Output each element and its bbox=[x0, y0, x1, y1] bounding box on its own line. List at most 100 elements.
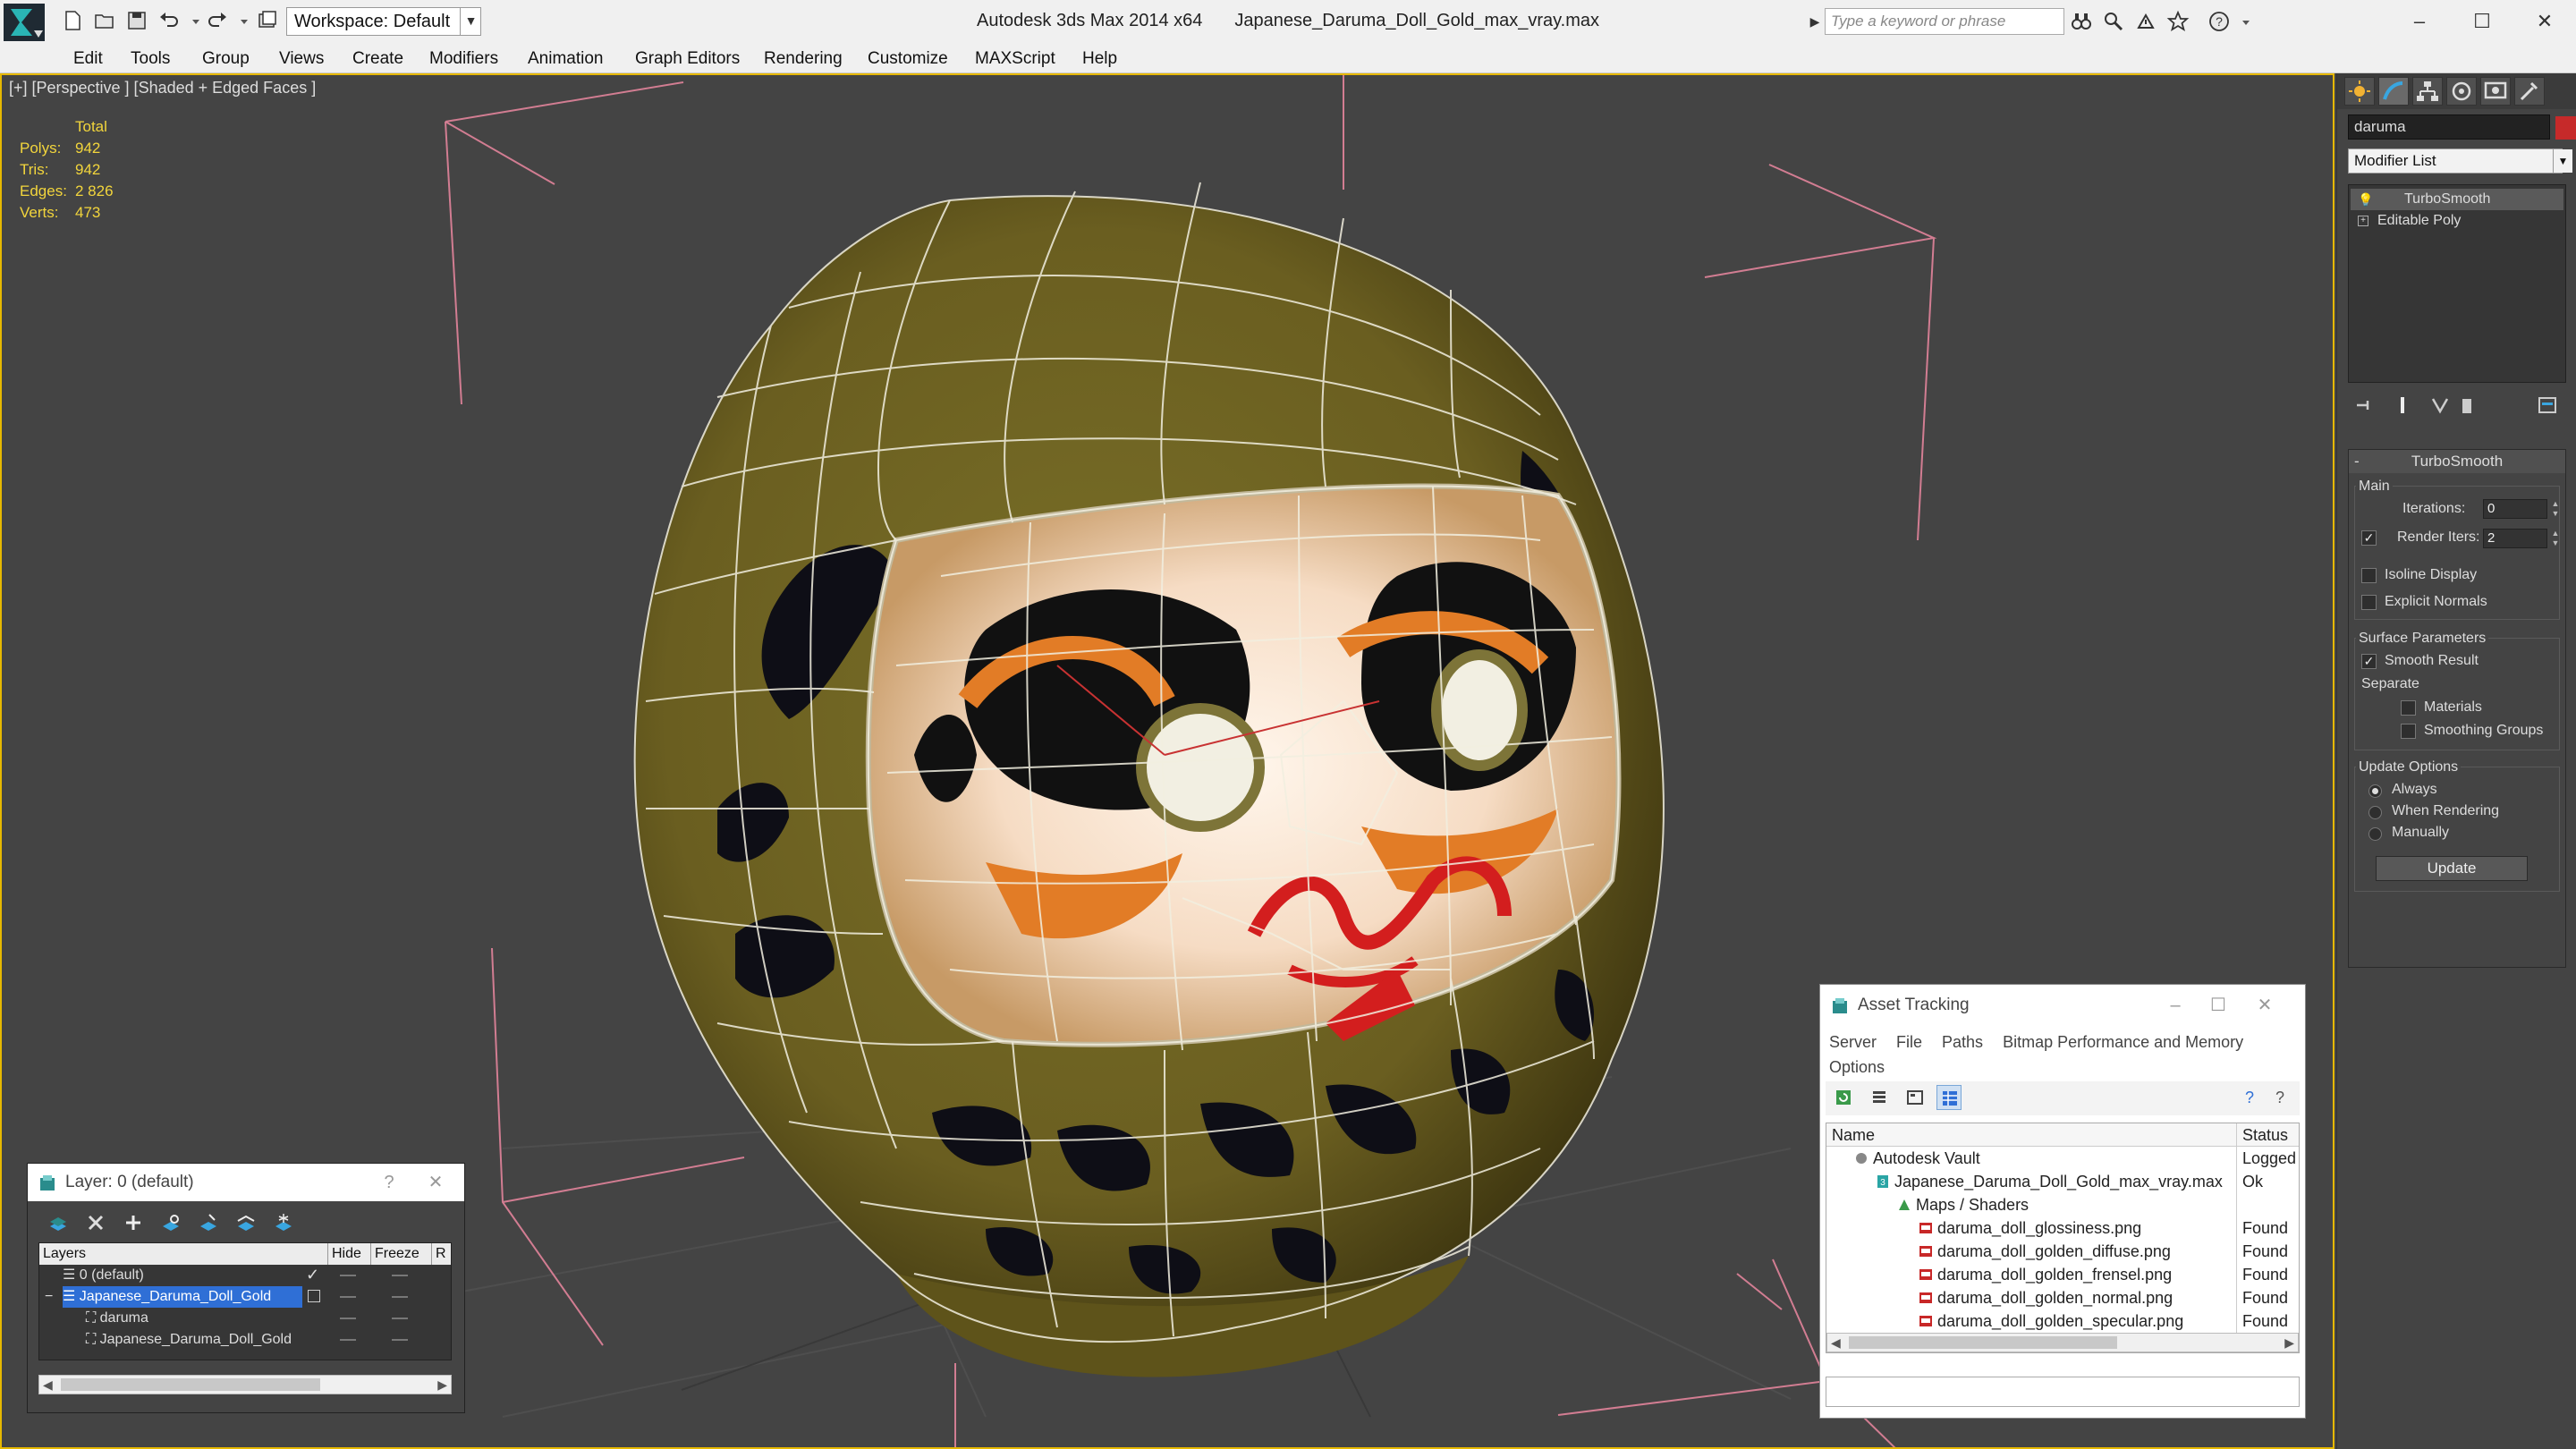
asset-row[interactable]: Maps / Shaders bbox=[1826, 1193, 2299, 1216]
layer-row[interactable]: ☰ 0 (default) ✓ bbox=[39, 1265, 451, 1286]
add-to-layer-icon[interactable] bbox=[121, 1210, 146, 1235]
update-button[interactable]: Update bbox=[2376, 856, 2528, 881]
freeze-all-layers-icon[interactable] bbox=[271, 1210, 296, 1235]
menu-server[interactable]: Server bbox=[1829, 1033, 1877, 1051]
highlight-layer-icon[interactable] bbox=[196, 1210, 221, 1235]
modifier-list-dropdown[interactable]: Modifier List ▼ bbox=[2348, 148, 2572, 174]
search-expand-icon[interactable]: ▶ bbox=[1807, 8, 1823, 35]
scroll-left-icon[interactable]: ◀ bbox=[1831, 1334, 1841, 1352]
list-view-icon[interactable] bbox=[1867, 1085, 1892, 1110]
horizontal-scrollbar[interactable]: ◀ ▶ bbox=[38, 1375, 452, 1394]
when-rendering-radio[interactable] bbox=[2368, 806, 2382, 819]
menu-tools[interactable]: Tools bbox=[131, 45, 170, 73]
manually-radio[interactable] bbox=[2368, 827, 2382, 841]
expand-minus-icon[interactable]: − bbox=[45, 1286, 53, 1308]
isoline-display-checkbox[interactable] bbox=[2361, 568, 2377, 583]
redo-icon[interactable] bbox=[206, 9, 229, 32]
menu-options[interactable]: Options bbox=[1829, 1058, 1885, 1076]
detail-view-icon[interactable] bbox=[1902, 1085, 1928, 1110]
favorites-star-icon[interactable] bbox=[2166, 10, 2190, 33]
create-tab[interactable] bbox=[2344, 77, 2375, 106]
asset-row[interactable]: daruma_doll_golden_normal.png Found bbox=[1826, 1286, 2299, 1309]
asset-row[interactable]: daruma_doll_glossiness.png Found bbox=[1826, 1216, 2299, 1240]
menu-animation[interactable]: Animation bbox=[528, 45, 604, 73]
maximize-button[interactable]: ☐ bbox=[2196, 992, 2241, 1019]
rollout-header[interactable]: - TurboSmooth bbox=[2349, 450, 2565, 473]
search-input[interactable]: Type a keyword or phrase bbox=[1825, 8, 2064, 35]
redo-dropdown-icon[interactable] bbox=[233, 9, 248, 32]
display-tab[interactable] bbox=[2480, 77, 2511, 106]
menu-create[interactable]: Create bbox=[352, 45, 403, 73]
stack-item-editable-poly[interactable]: + Editable Poly bbox=[2351, 210, 2563, 232]
menu-edit[interactable]: Edit bbox=[73, 45, 103, 73]
menu-rendering[interactable]: Rendering bbox=[764, 45, 843, 73]
menu-paths[interactable]: Paths bbox=[1942, 1033, 1983, 1051]
close-button[interactable]: ✕ bbox=[2242, 992, 2287, 1019]
object-name-field[interactable]: daruma bbox=[2348, 114, 2550, 140]
pin-stack-icon[interactable] bbox=[2353, 394, 2377, 417]
object-color-swatch[interactable] bbox=[2555, 116, 2576, 140]
motion-tab[interactable] bbox=[2446, 77, 2477, 106]
refresh-icon[interactable] bbox=[1831, 1085, 1856, 1110]
project-folder-icon[interactable] bbox=[256, 9, 279, 32]
smoothing-groups-checkbox[interactable] bbox=[2401, 724, 2416, 739]
delete-layer-icon[interactable] bbox=[83, 1210, 108, 1235]
create-layer-icon[interactable] bbox=[46, 1210, 71, 1235]
chevron-down-icon[interactable]: ▼ bbox=[2553, 149, 2572, 173]
column-render[interactable]: R bbox=[431, 1243, 451, 1265]
spinner-arrows-icon[interactable]: ▲ ▼ bbox=[2549, 529, 2562, 548]
minimize-button[interactable]: – bbox=[2388, 4, 2451, 39]
configure-modifier-sets-icon[interactable] bbox=[2536, 394, 2559, 417]
set-current-layer-icon[interactable] bbox=[308, 1290, 320, 1302]
minimize-button[interactable]: – bbox=[2153, 992, 2198, 1019]
asset-row[interactable]: daruma_doll_golden_diffuse.png Found bbox=[1826, 1240, 2299, 1263]
layer-row[interactable]: ⛶ Japanese_Daruma_Doll_Gold bbox=[39, 1329, 451, 1351]
help-button[interactable]: ? bbox=[371, 1169, 407, 1196]
column-freeze[interactable]: Freeze bbox=[370, 1243, 429, 1265]
smooth-result-checkbox[interactable]: ✓ bbox=[2361, 654, 2377, 669]
undo-dropdown-icon[interactable] bbox=[184, 9, 199, 32]
expand-plus-icon[interactable]: + bbox=[2358, 216, 2368, 226]
column-status[interactable]: Status bbox=[2236, 1123, 2288, 1147]
communication-center-icon[interactable] bbox=[2134, 10, 2157, 33]
scrollbar-thumb[interactable] bbox=[1849, 1336, 2117, 1349]
menu-modifiers[interactable]: Modifiers bbox=[429, 45, 498, 73]
modify-tab[interactable] bbox=[2378, 77, 2409, 106]
stack-item-turbosmooth[interactable]: 💡 TurboSmooth bbox=[2351, 189, 2563, 210]
always-radio[interactable] bbox=[2368, 784, 2382, 798]
help-icon[interactable]: ? bbox=[2237, 1085, 2262, 1110]
save-icon[interactable] bbox=[125, 9, 148, 32]
column-hide[interactable]: Hide bbox=[327, 1243, 369, 1265]
asset-row[interactable]: 3 Japanese_Daruma_Doll_Gold_max_vray.max … bbox=[1826, 1170, 2299, 1193]
asset-row[interactable]: daruma_doll_golden_frensel.png Found bbox=[1826, 1263, 2299, 1286]
menu-graph-editors[interactable]: Graph Editors bbox=[635, 45, 740, 73]
maximize-button[interactable]: ☐ bbox=[2451, 4, 2513, 39]
menu-views[interactable]: Views bbox=[279, 45, 324, 73]
close-button[interactable]: ✕ bbox=[2513, 4, 2576, 39]
iterations-spinner[interactable]: 0 bbox=[2483, 499, 2547, 519]
menu-file[interactable]: File bbox=[1896, 1033, 1922, 1051]
workspace-selector[interactable]: Workspace: Default bbox=[286, 7, 481, 36]
make-unique-icon[interactable] bbox=[2428, 394, 2452, 417]
lightbulb-icon[interactable]: 💡 bbox=[2358, 189, 2373, 210]
menu-help[interactable]: Help bbox=[1082, 45, 1117, 73]
help-icon[interactable]: ? bbox=[2207, 10, 2231, 33]
column-layers[interactable]: Layers bbox=[39, 1243, 308, 1265]
column-name[interactable]: Name bbox=[1832, 1123, 1875, 1147]
hierarchy-tab[interactable] bbox=[2412, 77, 2443, 106]
show-end-result-icon[interactable] bbox=[2391, 394, 2414, 417]
layer-row[interactable]: − ☰ Japanese_Daruma_Doll_Gold bbox=[39, 1286, 451, 1308]
layer-row[interactable]: ⛶ daruma bbox=[39, 1308, 451, 1329]
select-objects-icon[interactable] bbox=[158, 1210, 183, 1235]
menu-bitmap-performance[interactable]: Bitmap Performance and Memory bbox=[2003, 1033, 2243, 1051]
asset-row[interactable]: daruma_doll_golden_specular.png Found bbox=[1826, 1309, 2299, 1333]
close-button[interactable]: ✕ bbox=[418, 1169, 453, 1196]
scroll-right-icon[interactable]: ▶ bbox=[437, 1376, 447, 1394]
app-logo[interactable] bbox=[4, 4, 45, 41]
menu-group[interactable]: Group bbox=[202, 45, 250, 73]
remove-modifier-icon[interactable] bbox=[2455, 394, 2479, 417]
new-file-icon[interactable] bbox=[61, 9, 84, 32]
current-layer-check-icon[interactable]: ✓ bbox=[306, 1267, 322, 1283]
scrollbar-thumb[interactable] bbox=[61, 1378, 320, 1391]
chevron-down-icon[interactable]: ▼ bbox=[460, 7, 481, 36]
